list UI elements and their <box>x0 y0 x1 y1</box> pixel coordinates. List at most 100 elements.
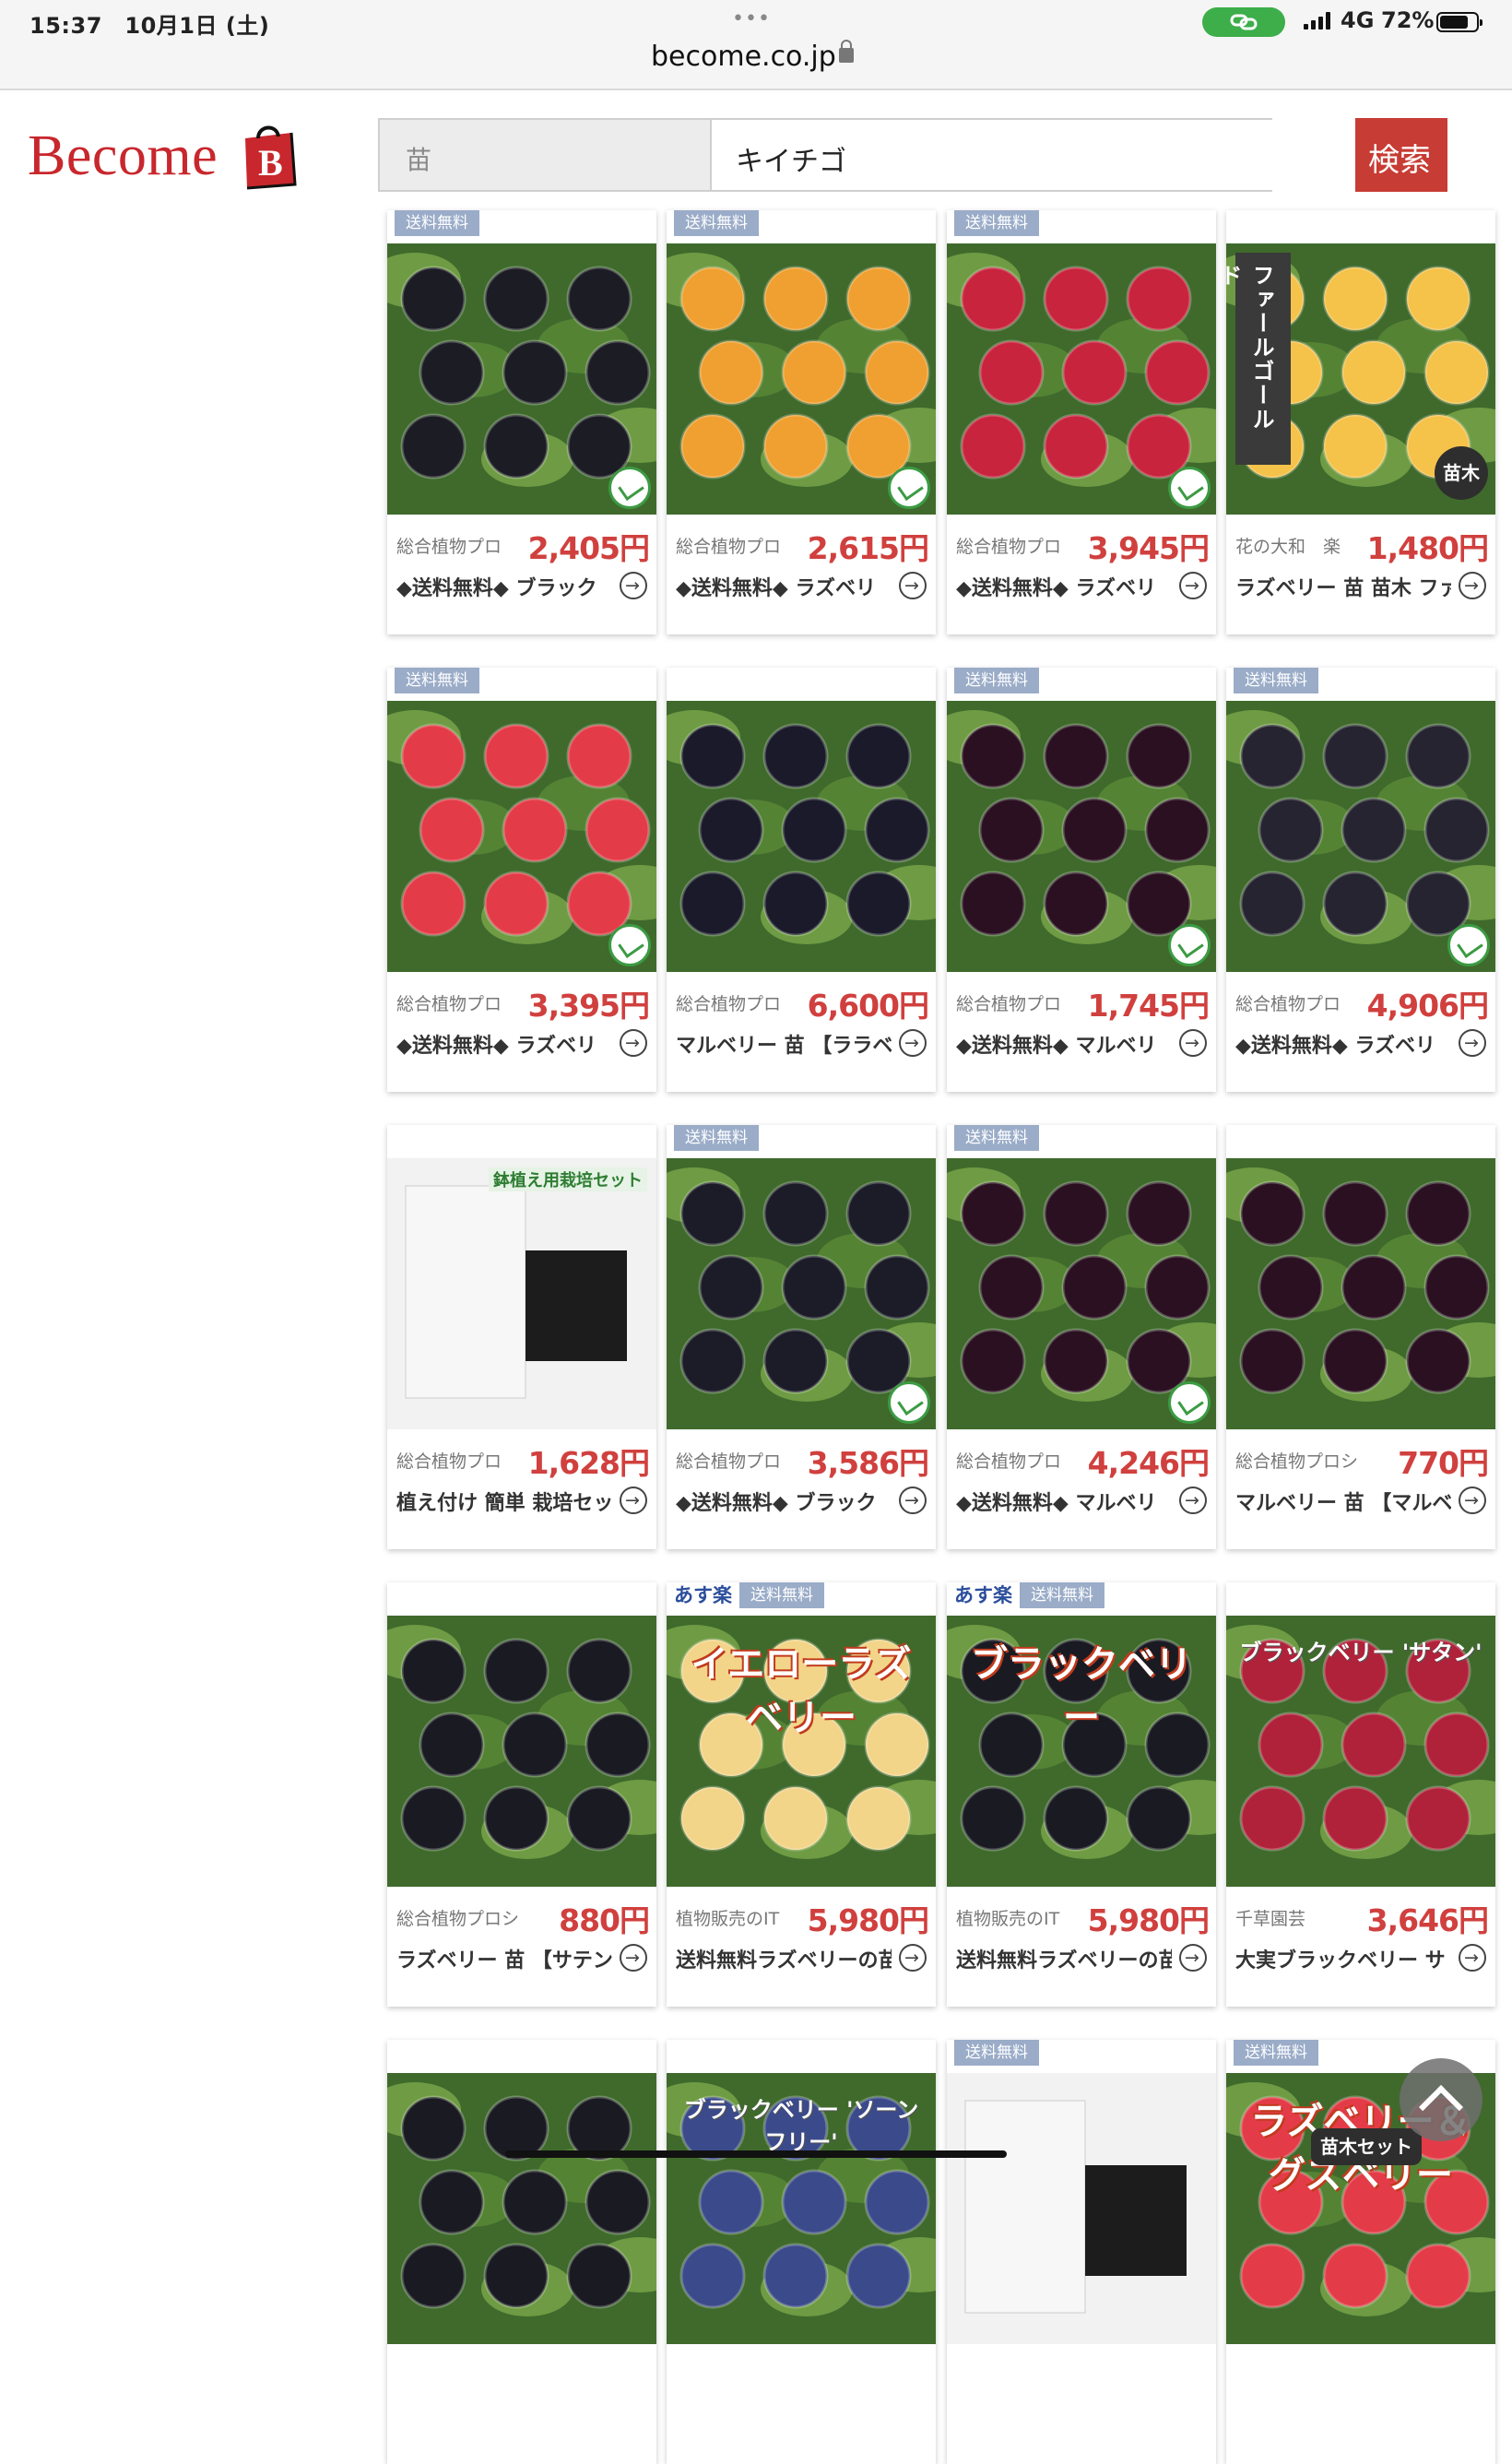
product-title[interactable]: ◆送料無料◆ ラズベリ <box>676 572 892 601</box>
become-logo[interactable]: Become B <box>28 118 313 192</box>
search-button[interactable]: 検索 <box>1355 118 1447 192</box>
product-title[interactable]: マルベリー 苗 【マルベ <box>1235 1487 1451 1516</box>
product-card[interactable]: 総合植物プロシ 880円 ラズベリー 苗 【サテン <box>387 1582 656 2007</box>
product-card[interactable]: 鉢植え用栽培セット 総合植物プロ 1,628円 植え付け 簡単 栽培セッ <box>387 1125 656 1549</box>
seedling-badge: 苗木 <box>1435 446 1488 500</box>
arrow-right-circle-icon[interactable] <box>1179 1029 1207 1057</box>
product-card[interactable]: 送料無料 総合植物プロ 3,945円 ◆送料無料◆ ラズベリ <box>947 210 1216 634</box>
product-title[interactable]: マルベリー 苗 【ララベ <box>676 1029 892 1059</box>
product-price: 3,395円 <box>527 988 650 1024</box>
arrow-right-circle-icon[interactable] <box>1179 572 1207 599</box>
arrow-right-circle-icon[interactable] <box>1459 572 1486 599</box>
product-image[interactable] <box>947 2073 1216 2344</box>
product-card[interactable]: 送料無料 総合植物プロ 4,906円 ◆送料無料◆ ラズベリ <box>1226 668 1495 1092</box>
status-time: 15:37 10月1日 (土) <box>30 13 270 39</box>
product-card[interactable] <box>387 2040 656 2464</box>
product-title[interactable]: ◆送料無料◆ マルベリ <box>956 1029 1172 1059</box>
arrow-right-circle-icon[interactable] <box>620 1029 647 1057</box>
more-dots-icon[interactable]: ••• <box>732 7 771 30</box>
product-price: 5,980円 <box>807 1902 929 1938</box>
product-card[interactable]: 送料無料総合植物プロ 2,405円 ◆送料無料◆ ブラック <box>387 210 656 634</box>
green-go-badge-icon <box>608 467 651 509</box>
product-image[interactable] <box>1226 1158 1495 1429</box>
product-title[interactable]: ◆送料無料◆ ラズベリ <box>1235 1029 1451 1059</box>
photo-caption: ブラックベリー <box>971 1643 1192 1739</box>
product-price: 880円 <box>559 1902 650 1938</box>
product-tags: あす楽 送料無料 <box>954 1582 1104 1608</box>
product-price: 2,405円 <box>527 530 650 566</box>
arrow-right-circle-icon[interactable] <box>1459 1944 1486 1972</box>
shop-name: 総合植物プロ <box>676 537 782 557</box>
url-label[interactable]: become.co.jp <box>651 41 836 73</box>
product-title[interactable]: ラズベリー 苗 【サテン <box>396 1944 612 1973</box>
search-category[interactable]: 苗 <box>378 118 712 192</box>
product-title[interactable]: ◆送料無料◆ ブラック <box>676 1487 892 1516</box>
product-title[interactable]: 送料無料ラズベリーの苗 <box>956 1944 1172 1973</box>
svg-text:B: B <box>258 142 283 184</box>
product-image[interactable]: ブラックベリー 'サタン' <box>1226 1616 1495 1887</box>
product-image[interactable] <box>1226 701 1495 972</box>
product-tags: 送料無料 <box>395 668 479 693</box>
product-image[interactable] <box>387 2073 656 2344</box>
green-go-badge-icon <box>888 1381 930 1424</box>
product-image[interactable]: イエローラズベリー <box>667 1616 936 1887</box>
product-price: 770円 <box>1398 1445 1489 1481</box>
product-image[interactable] <box>667 701 936 972</box>
product-image[interactable] <box>947 1158 1216 1429</box>
scroll-to-top-button[interactable] <box>1400 2058 1482 2141</box>
arrow-right-circle-icon[interactable] <box>899 572 927 599</box>
product-card[interactable]: 送料無料 総合植物プロ 1,745円 ◆送料無料◆ マルベリ <box>947 668 1216 1092</box>
product-title[interactable]: 植え付け 簡単 栽培セッ <box>396 1487 612 1516</box>
product-title[interactable]: ラズベリー 苗 苗木 ファ <box>1235 572 1451 601</box>
product-image[interactable]: 鉢植え用栽培セット <box>387 1158 656 1429</box>
product-title[interactable]: 大実ブラックベリー サ <box>1235 1944 1451 1973</box>
tag-free-shipping: 送料無料 <box>954 1125 1039 1151</box>
product-card[interactable]: 送料無料 総合植物プロ 3,586円 ◆送料無料◆ ブラック <box>667 1125 936 1549</box>
tag-free-shipping: 送料無料 <box>395 210 479 236</box>
product-tags: 送料無料 <box>954 668 1039 693</box>
product-card[interactable]: 総合植物プロシ 770円 マルベリー 苗 【マルベ <box>1226 1125 1495 1549</box>
product-card[interactable]: あす楽 送料無料 ブラックベリー 植物販売のIT 5,980円 送料無料ラズベリーの苗 <box>947 1582 1216 2007</box>
product-card[interactable]: 送料無料 総合植物プロ 3,395円 ◆送料無料◆ ラズベリ <box>387 668 656 1092</box>
arrow-right-circle-icon[interactable] <box>1459 1487 1486 1514</box>
product-card[interactable]: 送料無料 総合植物プロ 4,246円 ◆送料無料◆ マルベリ <box>947 1125 1216 1549</box>
product-card[interactable]: ブラックベリー 'サタン' 千草園芸 3,646円 大実ブラックベリー サ <box>1226 1582 1495 2007</box>
product-card[interactable]: ブラックベリー 'ソーンフリー' <box>667 2040 936 2464</box>
product-card[interactable]: 送料無料 <box>947 2040 1216 2464</box>
search-input[interactable]: キイチゴ <box>712 118 1272 192</box>
product-price: 2,615円 <box>807 530 929 566</box>
product-title[interactable]: 送料無料ラズベリーの苗 <box>676 1944 892 1973</box>
product-image[interactable] <box>667 1158 936 1429</box>
product-card[interactable]: 送料無料 総合植物プロ 2,615円 ◆送料無料◆ ラズベリ <box>667 210 936 634</box>
product-card[interactable]: 総合植物プロ 6,600円 マルベリー 苗 【ララベ <box>667 668 936 1092</box>
product-title[interactable]: ◆送料無料◆ ブラック <box>396 572 612 601</box>
arrow-right-circle-icon[interactable] <box>899 1487 927 1514</box>
arrow-right-circle-icon[interactable] <box>620 572 647 599</box>
shop-name: 総合植物プロ <box>396 537 502 557</box>
product-image[interactable] <box>947 701 1216 972</box>
product-title[interactable]: ◆送料無料◆ ラズベリ <box>396 1029 612 1059</box>
product-image[interactable] <box>387 701 656 972</box>
product-card[interactable]: あす楽 送料無料 イエローラズベリー 植物販売のIT 5,980円 送料無料ラズベリーの苗 <box>667 1582 936 2007</box>
product-card[interactable]: ファールゴールド 苗木 花の大和 楽 1,480円 ラズベリー 苗 苗木 ファ <box>1226 210 1495 634</box>
arrow-right-circle-icon[interactable] <box>620 1944 647 1972</box>
product-image[interactable]: ブラックベリー <box>947 1616 1216 1887</box>
shop-name: 花の大和 楽 <box>1235 537 1341 557</box>
arrow-right-circle-icon[interactable] <box>1459 1029 1486 1057</box>
arrow-right-circle-icon[interactable] <box>899 1944 927 1972</box>
shop-name: 総合植物プロ <box>396 1451 502 1472</box>
product-image[interactable] <box>387 1616 656 1887</box>
variety-label: ファールゴールド <box>1226 253 1291 465</box>
tag-free-shipping: 送料無料 <box>674 1125 759 1151</box>
arrow-right-circle-icon[interactable] <box>1179 1944 1207 1972</box>
arrow-right-circle-icon[interactable] <box>620 1487 647 1514</box>
arrow-right-circle-icon[interactable] <box>899 1029 927 1057</box>
product-title[interactable]: ◆送料無料◆ マルベリ <box>956 1487 1172 1516</box>
product-image[interactable] <box>947 243 1216 515</box>
arrow-right-circle-icon[interactable] <box>1179 1487 1207 1514</box>
product-image[interactable]: ブラックベリー 'ソーンフリー' <box>667 2073 936 2344</box>
product-image[interactable] <box>387 243 656 515</box>
product-title[interactable]: ◆送料無料◆ ラズベリ <box>956 572 1172 601</box>
product-image[interactable]: ファールゴールド苗木 <box>1226 243 1495 515</box>
product-image[interactable] <box>667 243 936 515</box>
